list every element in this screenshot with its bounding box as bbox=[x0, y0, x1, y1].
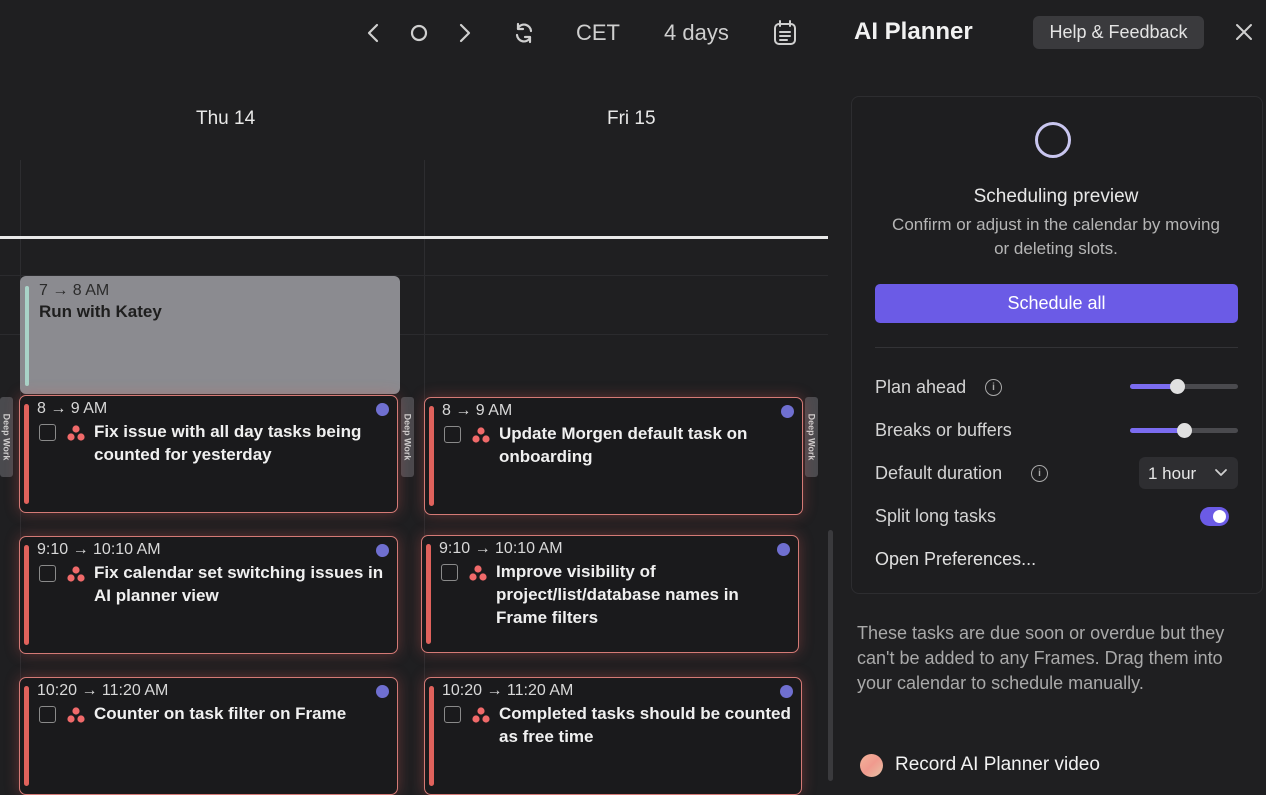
task-color-bar bbox=[24, 545, 29, 645]
task-color-bar bbox=[426, 544, 431, 644]
task-time: 8 → 9 AM bbox=[442, 402, 513, 419]
list-calendar-icon[interactable] bbox=[770, 18, 800, 48]
task-title: Improve visibility of project/list/datab… bbox=[496, 562, 739, 627]
chevron-left-icon[interactable] bbox=[358, 18, 388, 48]
task-title: Fix issue with all day tasks being count… bbox=[94, 422, 362, 464]
preview-title: Scheduling preview bbox=[973, 186, 1139, 207]
scheduled-task-card[interactable]: 9:10 → 10:10 AM Fix calendar set switchi… bbox=[19, 536, 398, 654]
plan-ahead-label: Plan ahead bbox=[875, 377, 967, 397]
asana-icon bbox=[472, 707, 490, 723]
asana-icon bbox=[67, 425, 85, 441]
event-title: Run with Katey bbox=[39, 302, 162, 321]
event-color-bar bbox=[25, 286, 29, 386]
scheduled-task-card[interactable]: 10:20 → 11:20 AM Completed tasks should … bbox=[424, 677, 802, 795]
chevron-right-icon[interactable] bbox=[450, 18, 480, 48]
chevron-down-icon bbox=[1215, 469, 1227, 476]
slider-fill bbox=[1130, 428, 1184, 433]
current-time-line bbox=[0, 236, 828, 239]
task-checkbox[interactable] bbox=[444, 426, 461, 443]
event-time: 7 → 8 AM bbox=[39, 282, 110, 299]
task-status-icon bbox=[860, 754, 883, 777]
help-feedback-button[interactable]: Help & Feedback bbox=[1033, 16, 1204, 49]
integration-dot-icon bbox=[781, 405, 794, 418]
integration-dot-icon bbox=[777, 543, 790, 556]
task-time: 10:20 → 11:20 AM bbox=[37, 682, 169, 699]
preview-subtitle: Confirm or adjust in the calendar by mov… bbox=[892, 215, 1220, 258]
split-long-tasks-toggle[interactable] bbox=[1200, 507, 1229, 526]
panel-title: AI Planner bbox=[854, 18, 973, 45]
asana-icon bbox=[469, 565, 487, 581]
integration-dot-icon bbox=[376, 544, 389, 557]
info-icon[interactable]: i bbox=[1031, 465, 1048, 482]
task-title: Completed tasks should be counted as fre… bbox=[499, 704, 791, 746]
close-icon[interactable] bbox=[1232, 20, 1256, 44]
task-time: 9:10 → 10:10 AM bbox=[439, 540, 563, 557]
asana-icon bbox=[67, 707, 85, 723]
task-title: Fix calendar set switching issues in AI … bbox=[94, 563, 384, 605]
divider bbox=[875, 347, 1238, 348]
due-task-title[interactable]: Record AI Planner video bbox=[895, 754, 1100, 776]
task-color-bar bbox=[429, 406, 434, 506]
scheduled-task-card[interactable]: 10:20 → 11:20 AM Counter on task filter … bbox=[19, 677, 398, 795]
day-header-fri[interactable]: Fri 15 bbox=[607, 108, 656, 130]
task-title: Update Morgen default task on onboarding bbox=[499, 424, 748, 466]
calendar-scrollbar[interactable] bbox=[828, 530, 833, 781]
integration-dot-icon bbox=[376, 685, 389, 698]
task-color-bar bbox=[24, 404, 29, 504]
default-duration-label: Default duration bbox=[875, 463, 1003, 483]
plan-ahead-slider[interactable] bbox=[1130, 379, 1238, 394]
scheduled-task-card[interactable]: 8 → 9 AM Update Morgen default task on o… bbox=[424, 397, 803, 515]
task-time: 10:20 → 11:20 AM bbox=[442, 682, 574, 699]
slider-knob[interactable] bbox=[1177, 423, 1192, 438]
task-checkbox[interactable] bbox=[39, 706, 56, 723]
scheduled-task-card[interactable]: 8 → 9 AM Fix issue with all day tasks be… bbox=[19, 395, 398, 513]
deep-work-frame-label: Deep Work bbox=[0, 397, 13, 477]
integration-dot-icon bbox=[780, 685, 793, 698]
asana-icon bbox=[472, 427, 490, 443]
day-header-thu[interactable]: Thu 14 bbox=[196, 108, 255, 130]
task-title: Counter on task filter on Frame bbox=[94, 704, 347, 723]
breaks-label: Breaks or buffers bbox=[875, 420, 1012, 440]
circle-icon[interactable] bbox=[404, 18, 434, 48]
task-time: 9:10 → 10:10 AM bbox=[37, 541, 161, 558]
deep-work-frame-label: Deep Work bbox=[805, 397, 818, 477]
open-preferences-link[interactable]: Open Preferences... bbox=[875, 549, 1036, 570]
info-icon[interactable]: i bbox=[985, 379, 1002, 396]
task-checkbox[interactable] bbox=[444, 706, 461, 723]
task-color-bar bbox=[24, 686, 29, 786]
task-time: 8 → 9 AM bbox=[37, 400, 108, 417]
refresh-icon[interactable] bbox=[509, 18, 539, 48]
toggle-knob bbox=[1213, 510, 1226, 523]
breaks-slider[interactable] bbox=[1130, 423, 1238, 438]
task-checkbox[interactable] bbox=[39, 565, 56, 582]
default-duration-select[interactable]: 1 hour bbox=[1139, 457, 1238, 489]
slider-knob[interactable] bbox=[1170, 379, 1185, 394]
asana-icon bbox=[67, 566, 85, 582]
task-color-bar bbox=[429, 686, 434, 786]
due-tasks-description: These tasks are due soon or overdue but … bbox=[857, 623, 1225, 693]
loading-spinner-icon bbox=[1035, 122, 1071, 158]
select-value: 1 hour bbox=[1148, 464, 1197, 483]
scheduled-task-card[interactable]: 9:10 → 10:10 AM Improve visibility of pr… bbox=[421, 535, 799, 653]
view-range-button[interactable]: 4 days bbox=[664, 20, 729, 46]
deep-work-frame-label: Deep Work bbox=[401, 397, 414, 477]
integration-dot-icon bbox=[376, 403, 389, 416]
calendar-event[interactable]: 7 → 8 AM Run with Katey bbox=[20, 276, 400, 394]
timezone-button[interactable]: CET bbox=[576, 20, 620, 46]
task-checkbox[interactable] bbox=[441, 564, 458, 581]
task-checkbox[interactable] bbox=[39, 424, 56, 441]
split-long-tasks-label: Split long tasks bbox=[875, 506, 997, 526]
schedule-all-button[interactable]: Schedule all bbox=[875, 284, 1238, 323]
